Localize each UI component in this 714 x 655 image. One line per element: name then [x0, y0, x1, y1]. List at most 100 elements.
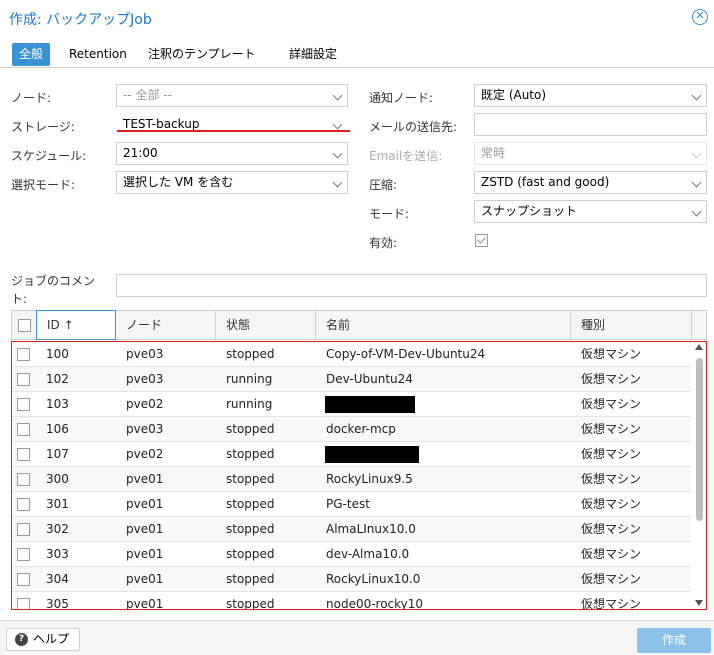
row-checkbox[interactable]	[17, 573, 30, 586]
schedule-field[interactable]: 21:00	[116, 142, 348, 165]
cell-id: 102	[46, 372, 69, 386]
cell-type: 仮想マシン	[581, 497, 642, 511]
row-checkbox[interactable]	[17, 523, 30, 536]
cell-node: pve03	[126, 372, 164, 386]
row-checkbox[interactable]	[17, 598, 30, 609]
enabled-checkbox[interactable]	[475, 234, 488, 247]
scroll-up-icon[interactable]	[695, 344, 703, 350]
chevron-down-icon	[691, 206, 702, 217]
select-all-checkbox[interactable]	[18, 319, 31, 332]
cell-status: stopped	[226, 347, 275, 361]
grid-body: 100 pve03 stopped Copy-of-VM-Dev-Ubuntu24 仮想…	[11, 341, 707, 610]
email-value: 常時	[481, 146, 506, 160]
column-header-node[interactable]: ノード	[116, 311, 216, 339]
cell-id: 303	[46, 547, 69, 561]
select-all-cell	[12, 311, 37, 339]
help-button[interactable]: ? ヘルプ	[6, 628, 80, 651]
row-checkbox[interactable]	[17, 373, 30, 386]
cell-node: pve01	[126, 497, 164, 511]
table-row[interactable]: 102 pve03 running Dev-Ubuntu24 仮想マシン	[12, 367, 691, 392]
table-row[interactable]: 106 pve03 stopped docker-mcp 仮想マシン	[12, 417, 691, 442]
column-header-status[interactable]: 状態	[216, 311, 316, 339]
cell-status: stopped	[226, 422, 275, 436]
cell-status: stopped	[226, 472, 275, 486]
cell-type: 仮想マシン	[581, 522, 642, 536]
cell-name: Dev-Ubuntu24	[326, 372, 413, 386]
cell-id: 103	[46, 397, 69, 411]
vertical-scrollbar[interactable]	[693, 342, 706, 609]
comment-field[interactable]	[116, 274, 707, 297]
scroll-thumb[interactable]	[696, 358, 703, 521]
email-label: Emailを送信:	[369, 149, 443, 163]
storage-select[interactable]: TEST-backup	[116, 113, 348, 136]
tab-general[interactable]: 全般	[12, 43, 51, 66]
cell-status: running	[226, 397, 273, 411]
email-select[interactable]: 常時	[474, 142, 707, 165]
window-title: 作成: バックアップJob	[9, 12, 152, 28]
column-header-id[interactable]: ID ↑	[36, 310, 116, 340]
cell-type: 仮想マシン	[581, 447, 642, 461]
notify-node-select[interactable]: 既定 (Auto)	[474, 84, 707, 107]
compression-value: ZSTD (fast and good)	[481, 175, 610, 189]
table-row[interactable]: 100 pve03 stopped Copy-of-VM-Dev-Ubuntu24 仮想…	[12, 342, 691, 367]
row-checkbox[interactable]	[17, 498, 30, 511]
cell-type: 仮想マシン	[581, 397, 642, 411]
table-row[interactable]: 300 pve01 stopped RockyLinux9.5 仮想マシン	[12, 467, 691, 492]
cell-id: 304	[46, 572, 69, 586]
table-row[interactable]: 303 pve01 stopped dev-Alma10.0 仮想マシン	[12, 542, 691, 567]
column-header-type[interactable]: 種別	[571, 311, 692, 339]
row-checkbox[interactable]	[17, 398, 30, 411]
cell-name: dev-Alma10.0	[326, 547, 410, 561]
compression-select[interactable]: ZSTD (fast and good)	[474, 171, 707, 194]
cell-type: 仮想マシン	[581, 472, 642, 486]
cell-status: stopped	[226, 572, 275, 586]
chevron-down-icon	[332, 119, 343, 130]
row-checkbox[interactable]	[17, 473, 30, 486]
row-checkbox[interactable]	[17, 448, 30, 461]
mail-to-label: メールの送信先:	[369, 120, 458, 134]
cell-id: 301	[46, 497, 69, 511]
column-header-name[interactable]: 名前	[316, 311, 571, 339]
cell-name: RockyLinux9.5	[326, 472, 413, 486]
cell-node: pve01	[126, 597, 164, 610]
storage-highlight-underline	[117, 130, 350, 132]
cell-status: stopped	[226, 447, 275, 461]
vm-grid: ID ↑ ノード 状態 名前 種別 100 pve03 stopped Copy-of…	[11, 310, 707, 610]
cell-node: pve02	[126, 447, 164, 461]
cell-type: 仮想マシン	[581, 347, 642, 361]
mode-select[interactable]: スナップショット	[474, 200, 707, 223]
cell-id: 107	[46, 447, 69, 461]
tab-bar: 全般 Retention 注釈のテンプレート 詳細設定	[0, 40, 714, 68]
cell-status: stopped	[226, 547, 275, 561]
tab-advanced[interactable]: 詳細設定	[282, 43, 344, 66]
row-checkbox[interactable]	[17, 548, 30, 561]
close-icon[interactable]: ✕	[692, 9, 708, 25]
chevron-down-icon	[691, 90, 702, 101]
node-select[interactable]: -- 全部 --	[116, 84, 348, 107]
selection-mode-value: 選択した VM を含む	[123, 175, 234, 189]
mail-to-field[interactable]	[474, 113, 707, 136]
table-row[interactable]: 103 pve02 running 仮想マシン	[12, 392, 691, 417]
chevron-down-icon	[691, 177, 702, 188]
comment-label-line2: ト:	[11, 292, 28, 306]
row-checkbox[interactable]	[17, 423, 30, 436]
cell-node: pve01	[126, 522, 164, 536]
table-row[interactable]: 305 pve01 stopped node00-rocky10 仮想マシン	[12, 592, 691, 610]
cell-type: 仮想マシン	[581, 597, 642, 610]
create-button[interactable]: 作成	[637, 628, 711, 653]
table-row[interactable]: 107 pve02 stopped 仮想マシン	[12, 442, 691, 467]
row-checkbox[interactable]	[17, 348, 30, 361]
table-row[interactable]: 302 pve01 stopped AlmaLInux10.0 仮想マシン	[12, 517, 691, 542]
compression-label: 圧縮:	[369, 178, 398, 192]
selection-mode-select[interactable]: 選択した VM を含む	[116, 171, 348, 194]
notify-node-label: 通知ノード:	[369, 91, 434, 105]
cell-type: 仮想マシン	[581, 572, 642, 586]
cell-node: pve03	[126, 422, 164, 436]
dialog-footer: ? ヘルプ 作成	[0, 620, 714, 655]
tab-note-template[interactable]: 注釈のテンプレート	[141, 43, 263, 66]
table-row[interactable]: 301 pve01 stopped PG-test 仮想マシン	[12, 492, 691, 517]
tab-retention[interactable]: Retention	[62, 43, 134, 66]
node-value: -- 全部 --	[123, 88, 172, 102]
scroll-down-icon[interactable]	[695, 600, 703, 606]
table-row[interactable]: 304 pve01 stopped RockyLinux10.0 仮想マシン	[12, 567, 691, 592]
